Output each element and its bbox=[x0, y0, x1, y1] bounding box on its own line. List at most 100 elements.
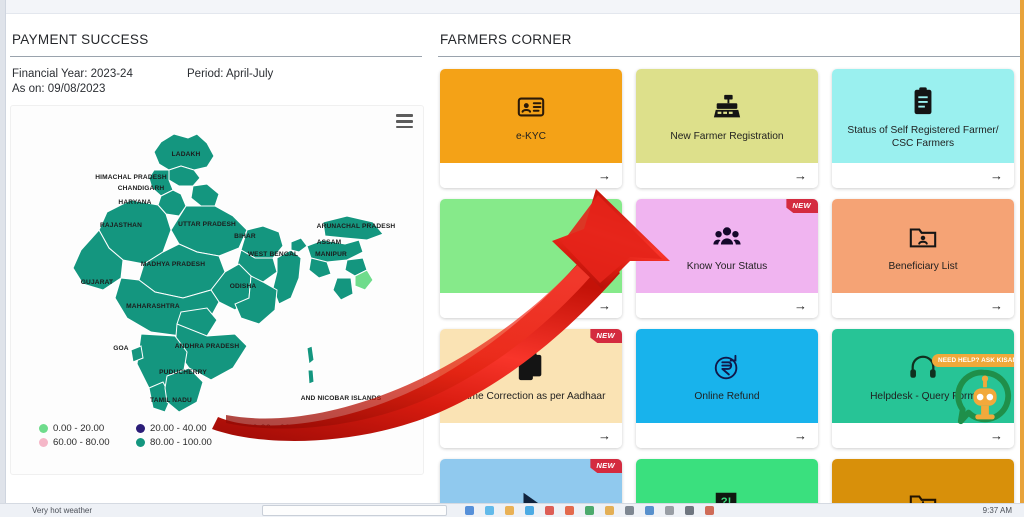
new-badge: NEW bbox=[590, 329, 622, 343]
taskbar-weather[interactable]: Very hot weather bbox=[0, 506, 92, 515]
taskbar-clock[interactable]: 9:37 AM bbox=[983, 506, 1024, 515]
svg-text:RAJASTHAN: RAJASTHAN bbox=[100, 222, 142, 229]
chatbot-robot-icon[interactable] bbox=[954, 367, 1014, 429]
tile-label: Name Correction as per Aadhaar bbox=[456, 391, 606, 403]
legend-label: 20.00 - 40.00 bbox=[150, 423, 207, 435]
tile-helpdesk-query-form[interactable]: Helpdesk - Query Form NEED HELP? ASK KIS… bbox=[832, 329, 1014, 448]
tile-body: Helpdesk - Query Form NEED HELP? ASK KIS… bbox=[832, 329, 1014, 425]
tile-footer[interactable]: → bbox=[636, 163, 818, 188]
svg-text:BIHAR: BIHAR bbox=[234, 233, 256, 240]
svg-text:TAMIL NADU: TAMIL NADU bbox=[150, 397, 192, 404]
svg-text:GUJARAT: GUJARAT bbox=[81, 279, 113, 286]
taskbar-icon[interactable] bbox=[685, 506, 695, 515]
farmers-corner-divider bbox=[438, 56, 1020, 57]
taskbar-icon[interactable] bbox=[605, 506, 615, 515]
tile-footer[interactable]: → bbox=[440, 163, 622, 188]
arrow-right-icon[interactable]: → bbox=[598, 299, 611, 312]
legend-label: 80.00 - 100.00 bbox=[150, 437, 212, 449]
arrow-right-icon[interactable]: → bbox=[990, 169, 1003, 182]
legend-item: 20.00 - 40.00 bbox=[136, 423, 233, 434]
id-card-icon bbox=[516, 92, 546, 122]
arrow-right-icon[interactable]: → bbox=[598, 429, 611, 442]
financial-year-label: Financial Year: 2023-24 bbox=[12, 68, 133, 80]
tile-body bbox=[440, 199, 622, 293]
main-content: PAYMENT SUCCESS Financial Year: 2023-24 … bbox=[6, 14, 1020, 517]
tile-obscured-green[interactable]: → bbox=[440, 199, 622, 318]
tile-body: NEW Name Correction as per Aadhaar bbox=[440, 329, 622, 423]
new-badge: NEW bbox=[590, 459, 622, 473]
taskbar-icon[interactable] bbox=[565, 506, 575, 515]
tile-online-refund[interactable]: Online Refund → bbox=[636, 329, 818, 448]
legend-label: 40.00 - 60.00 bbox=[247, 423, 304, 435]
chatbot-widget[interactable]: NEED HELP? ASK KISAN-EMITRA bbox=[926, 347, 1014, 439]
legend-item: 40.00 - 60.00 bbox=[233, 423, 330, 434]
india-map-svg: LADAKH HIMACHAL PRADESH CHANDIGARH HARYA… bbox=[11, 112, 423, 417]
rupee-refund-icon bbox=[712, 352, 742, 382]
taskbar-icon[interactable] bbox=[645, 506, 655, 515]
svg-text:HIMACHAL PRADESH: HIMACHAL PRADESH bbox=[95, 174, 167, 181]
map-legend: 0.00 - 20.00 20.00 - 40.00 40.00 - 60.00… bbox=[39, 423, 409, 448]
tile-footer[interactable]: → bbox=[832, 293, 1014, 318]
people-group-icon bbox=[712, 222, 742, 252]
tile-body: NEW Know Your Status bbox=[636, 199, 818, 293]
tile-body: Status of Self Registered Farmer/ CSC Fa… bbox=[832, 69, 1014, 163]
svg-text:ARUNACHAL PRADESH: ARUNACHAL PRADESH bbox=[317, 223, 396, 230]
arrow-right-icon[interactable]: → bbox=[794, 429, 807, 442]
arrow-right-icon[interactable]: → bbox=[990, 299, 1003, 312]
chatbot-pill-label[interactable]: NEED HELP? ASK KISAN-EMITRA bbox=[932, 354, 1014, 367]
legend-color-swatch bbox=[136, 438, 145, 448]
taskbar-icon[interactable] bbox=[545, 506, 555, 515]
tile-label: Status of Self Registered Farmer/ CSC Fa… bbox=[847, 124, 999, 149]
svg-text:WEST BENGAL: WEST BENGAL bbox=[248, 251, 298, 258]
farmers-corner-tile-grid: e-KYC → New Farmer Registration → Status… bbox=[438, 69, 1016, 517]
legend-color-swatch bbox=[39, 438, 48, 448]
tile-know-your-status[interactable]: NEW Know Your Status → bbox=[636, 199, 818, 318]
tile-new-farmer-registration[interactable]: New Farmer Registration → bbox=[636, 69, 818, 188]
taskbar-icon[interactable] bbox=[705, 506, 715, 515]
legend-color-swatch bbox=[233, 424, 242, 434]
taskbar-icon[interactable] bbox=[505, 506, 515, 515]
svg-text:PUDUCHERRY: PUDUCHERRY bbox=[159, 369, 207, 376]
taskbar-icon[interactable] bbox=[665, 506, 675, 515]
windows-taskbar[interactable]: Very hot weather 9:37 AM bbox=[0, 503, 1024, 517]
meta-left-col: Financial Year: 2023-24 As on: 09/08/202… bbox=[12, 67, 187, 97]
tile-status-self-registered[interactable]: Status of Self Registered Farmer/ CSC Fa… bbox=[832, 69, 1014, 188]
taskbar-icon-tray[interactable] bbox=[465, 506, 715, 515]
tile-label: Beneficiary List bbox=[888, 261, 958, 273]
svg-text:LADAKH: LADAKH bbox=[172, 151, 201, 158]
tile-name-correction-aadhaar[interactable]: NEW Name Correction as per Aadhaar → bbox=[440, 329, 622, 448]
tile-footer[interactable]: → bbox=[440, 293, 622, 318]
report-meta: Financial Year: 2023-24 As on: 09/08/202… bbox=[10, 67, 422, 97]
svg-text:GOA: GOA bbox=[113, 345, 129, 352]
legend-color-swatch bbox=[136, 424, 145, 434]
page-title: PAYMENT SUCCESS bbox=[12, 32, 149, 47]
tile-footer[interactable]: → bbox=[832, 163, 1014, 188]
svg-text:ODISHA: ODISHA bbox=[230, 283, 257, 290]
arrow-right-icon[interactable]: → bbox=[598, 169, 611, 182]
tile-label: Online Refund bbox=[694, 391, 760, 403]
taskbar-icon[interactable] bbox=[465, 506, 475, 515]
clipboard-copy-icon bbox=[516, 352, 546, 382]
taskbar-icon[interactable] bbox=[485, 506, 495, 515]
svg-text:CHANDIGARH: CHANDIGARH bbox=[118, 185, 165, 192]
screenshot-root: PAYMENT SUCCESS Financial Year: 2023-24 … bbox=[0, 0, 1024, 517]
tile-body: New Farmer Registration bbox=[636, 69, 818, 163]
taskbar-search-input[interactable] bbox=[262, 505, 448, 516]
tile-body: e-KYC bbox=[440, 69, 622, 163]
arrow-right-icon[interactable]: → bbox=[794, 169, 807, 182]
tile-ekyc[interactable]: e-KYC → bbox=[440, 69, 622, 188]
arrow-right-icon[interactable]: → bbox=[794, 299, 807, 312]
legend-item: 60.00 - 80.00 bbox=[39, 437, 136, 448]
tile-beneficiary-list[interactable]: Beneficiary List → bbox=[832, 199, 1014, 318]
tile-footer[interactable]: → bbox=[440, 423, 622, 448]
tile-footer[interactable]: → bbox=[636, 293, 818, 318]
svg-text:ASSAM: ASSAM bbox=[317, 239, 342, 246]
tile-body: Online Refund bbox=[636, 329, 818, 423]
legend-item: 0.00 - 20.00 bbox=[39, 423, 136, 434]
tile-footer[interactable]: → bbox=[636, 423, 818, 448]
legend-color-swatch bbox=[39, 424, 48, 434]
taskbar-icon[interactable] bbox=[525, 506, 535, 515]
taskbar-icon[interactable] bbox=[625, 506, 635, 515]
india-map-chart[interactable]: LADAKH HIMACHAL PRADESH CHANDIGARH HARYA… bbox=[10, 105, 424, 476]
taskbar-icon[interactable] bbox=[585, 506, 595, 515]
